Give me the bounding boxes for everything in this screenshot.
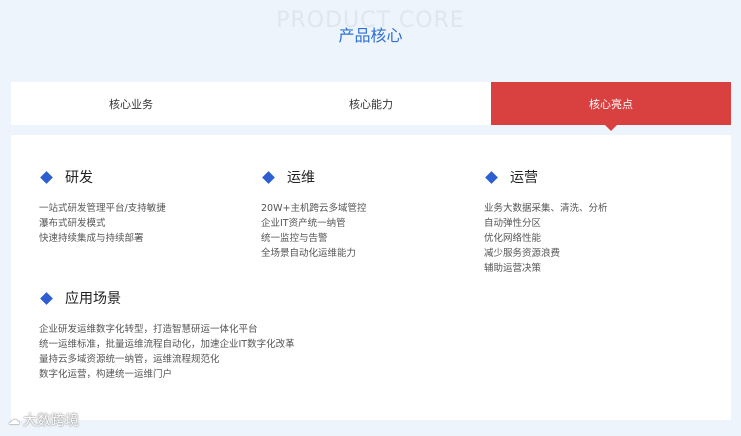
- list-item: 减少服务资源浪费: [484, 248, 561, 259]
- list-item: 业务大数据采集、清洗、分析: [484, 203, 608, 214]
- list-item: 20W+主机跨云多域管控: [261, 203, 367, 214]
- section-operation-title: 运营: [510, 170, 538, 186]
- section-ops-title: 运维: [287, 170, 315, 186]
- list-item: 自动弹性分区: [484, 218, 542, 229]
- list-item: 全场景自动化运维能力: [261, 248, 357, 259]
- watermark-text: 大数跨境: [23, 413, 79, 429]
- section-ops: 运维 20W+主机跨云多域管控 企业IT资产统一纳管 统一监控与告警 全场景自动…: [261, 167, 366, 261]
- section-operation: 运营 业务大数据采集、清洗、分析 自动弹性分区 优化网络性能 减少服务资源浪费 …: [484, 167, 608, 276]
- diamond-bullet-icon: [485, 170, 498, 184]
- list-item: 优化网络性能: [484, 233, 542, 244]
- section-dev-title: 研发: [65, 170, 93, 186]
- list-item: 企业研发运维数字化转型，打造智慧研运一体化平台: [39, 324, 258, 335]
- diamond-bullet-icon: [40, 291, 53, 305]
- list-item: 瀑布式研发模式: [39, 218, 106, 229]
- tab-core-capability[interactable]: 核心能力: [251, 82, 491, 125]
- watermark: ☁ 大数跨境: [8, 410, 79, 430]
- tab-core-business[interactable]: 核心业务: [11, 82, 251, 125]
- list-item: 辅助运营决策: [484, 263, 542, 274]
- diamond-bullet-icon: [40, 170, 53, 184]
- list-item: 统一监控与告警: [261, 233, 328, 244]
- list-item: 快速持续集成与持续部署: [39, 233, 144, 244]
- list-item: 一站式研发管理平台/支持敏捷: [39, 203, 166, 214]
- section-scenario-title: 应用场景: [65, 291, 121, 307]
- tab-bar: 核心业务 核心能力 核心亮点: [11, 82, 731, 131]
- list-item: 统一运维标准，批量运维流程自动化，加速企业IT数字化改革: [39, 339, 295, 350]
- section-title: 产品核心: [338, 26, 403, 45]
- list-item: 量持云多域资源统一纳管，运维流程规范化: [39, 354, 220, 365]
- section-dev: 研发 一站式研发管理平台/支持敏捷 瀑布式研发模式 快速持续集成与持续部署: [39, 167, 166, 246]
- list-item: 数字化运营，构建统一运维门户: [39, 369, 173, 380]
- content-panel: 研发 一站式研发管理平台/支持敏捷 瀑布式研发模式 快速持续集成与持续部署 运维…: [11, 135, 731, 420]
- tab-core-highlights[interactable]: 核心亮点: [491, 82, 731, 131]
- section-scenario: 应用场景 企业研发运维数字化转型，打造智慧研运一体化平台 统一运维标准，批量运维…: [39, 288, 295, 382]
- diamond-bullet-icon: [262, 170, 275, 184]
- list-item: 企业IT资产统一纳管: [261, 218, 346, 229]
- cloud-icon: ☁: [8, 413, 20, 427]
